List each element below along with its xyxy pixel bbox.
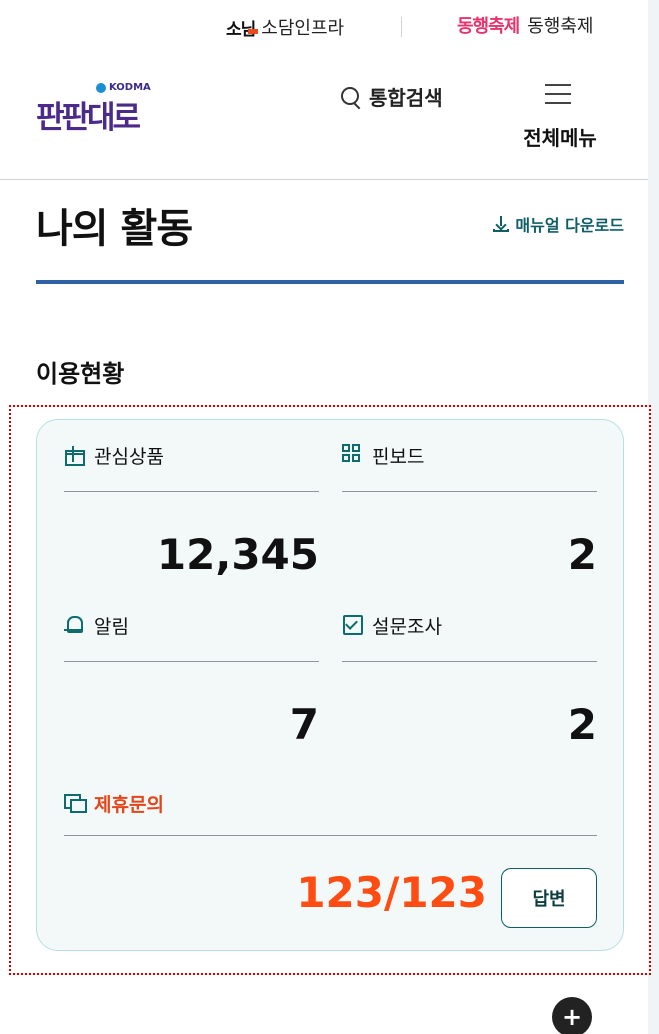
brand-wordmark: 판판대로	[36, 100, 141, 136]
sodam-logo: 소님	[226, 15, 258, 40]
stat-label: 핀보드	[372, 446, 425, 468]
checkbox-icon	[342, 614, 363, 635]
stat-survey[interactable]: 설문조사 2	[342, 590, 597, 749]
usage-summary-card: 관심상품 12,345 핀보드 2 알림 7 설문조사 2 제휴문의 123/1…	[36, 419, 624, 951]
inquiry-label: 제휴문의	[94, 794, 164, 816]
partner-divider	[401, 17, 402, 37]
all-menu-label: 전체메뉴	[523, 126, 597, 150]
brand-logo[interactable]: KODMA 판판대로	[36, 80, 186, 136]
search-icon	[341, 86, 361, 107]
stat-label: 알림	[94, 616, 129, 638]
download-icon	[493, 216, 510, 232]
search-label: 통합검색	[369, 86, 443, 110]
stat-value: 12,345	[156, 530, 319, 579]
partner-link-donghaeng[interactable]: 동행축제 동행축제	[457, 12, 594, 38]
floating-plus-button[interactable]: +	[552, 997, 592, 1034]
partner-link-sodam[interactable]: 소님 소담인프라	[226, 14, 344, 40]
site-header: KODMA 판판대로 통합검색 전체메뉴	[0, 72, 648, 180]
stat-survey-header: 설문조사	[342, 590, 597, 662]
stat-label: 관심상품	[94, 446, 164, 468]
section-title: 이용현황	[36, 360, 125, 388]
stat-alerts-header: 알림	[64, 590, 319, 662]
chat-icon	[64, 792, 87, 813]
stat-pinboard-header: 핀보드	[342, 420, 597, 492]
page-title-row: 나의 활동 매뉴얼 다운로드	[36, 180, 624, 284]
partner-label-donghaeng: 동행축제	[527, 16, 594, 37]
hamburger-icon	[545, 84, 571, 104]
inquiry-count: 123/123	[296, 868, 487, 917]
manual-download-label: 매뉴얼 다운로드	[515, 216, 624, 235]
stat-favorites-header: 관심상품	[64, 420, 319, 492]
all-menu-button[interactable]: 전체메뉴	[510, 80, 610, 150]
stat-partnership-inquiry: 제휴문의 123/123 답변	[64, 778, 597, 936]
inquiry-footer: 123/123 답변	[64, 836, 597, 936]
stat-value: 2	[567, 700, 597, 749]
stat-label: 설문조사	[372, 616, 442, 638]
inquiry-header[interactable]: 제휴문의	[64, 778, 597, 836]
stat-alerts[interactable]: 알림 7	[64, 590, 319, 749]
page-title: 나의 활동	[36, 206, 193, 252]
stat-value: 2	[567, 530, 597, 579]
stat-pinboard[interactable]: 핀보드 2	[342, 420, 597, 579]
stat-value: 7	[289, 700, 319, 749]
stat-favorites[interactable]: 관심상품 12,345	[64, 420, 319, 579]
integrated-search-button[interactable]: 통합검색	[341, 82, 443, 111]
partner-label-sodam: 소담인프라	[261, 18, 345, 39]
answer-button[interactable]: 답변	[501, 868, 597, 928]
partner-bar: 소님 소담인프라 동행축제 동행축제	[0, 8, 648, 44]
grid-icon	[342, 444, 362, 464]
donghaeng-logo: 동행축제	[457, 16, 520, 37]
manual-download-link[interactable]: 매뉴얼 다운로드	[493, 212, 624, 236]
bell-icon	[64, 614, 84, 634]
gift-icon	[64, 444, 85, 466]
